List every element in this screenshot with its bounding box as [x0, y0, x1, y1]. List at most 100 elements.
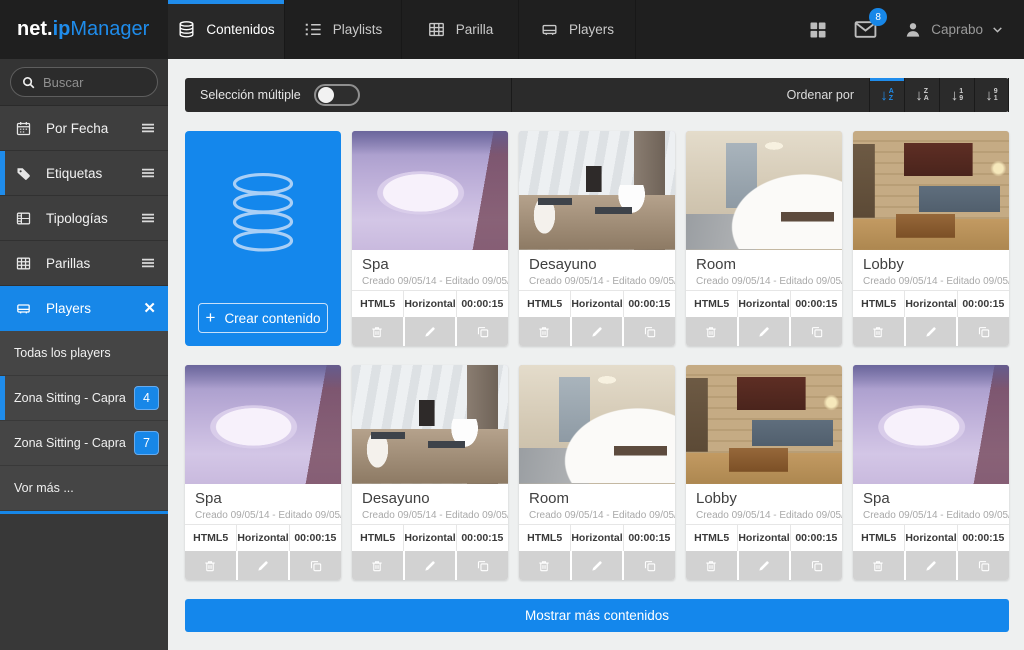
- sort-91-icon: ↓91: [985, 88, 997, 103]
- edit-button[interactable]: [739, 317, 790, 346]
- mail-icon[interactable]: 8: [853, 17, 878, 42]
- player-filter-zona-2[interactable]: Zona Sitting - Caprab... 7: [0, 421, 168, 466]
- content-title: Room: [696, 256, 832, 274]
- content-thumbnail[interactable]: [519, 365, 675, 484]
- duplicate-button[interactable]: [791, 551, 842, 580]
- mail-badge: 8: [869, 8, 887, 26]
- delete-button[interactable]: [185, 551, 236, 580]
- card-actions: [352, 317, 508, 346]
- pencil-icon: [924, 325, 938, 339]
- duplicate-button[interactable]: [791, 317, 842, 346]
- duplicate-button[interactable]: [624, 317, 675, 346]
- edit-button[interactable]: [405, 551, 456, 580]
- edit-button[interactable]: [906, 317, 957, 346]
- content-thumbnail[interactable]: [686, 131, 842, 250]
- close-icon[interactable]: ✕: [143, 299, 156, 317]
- delete-button[interactable]: [519, 551, 570, 580]
- card-meta: HTML5 Horizontal 00:00:15: [352, 290, 508, 318]
- content-orientation: Horizontal: [570, 525, 622, 552]
- content-thumbnail[interactable]: [352, 365, 508, 484]
- copy-icon: [977, 325, 991, 339]
- player-icon: [540, 20, 559, 39]
- copy-icon: [810, 325, 824, 339]
- card-info: Room Creado 09/05/14 - Editado 09/05/14: [686, 250, 842, 290]
- delete-button[interactable]: [853, 551, 904, 580]
- sidebar-item-por-fecha[interactable]: Por Fecha: [0, 106, 168, 151]
- grid-icon: [14, 255, 33, 272]
- create-content-button[interactable]: + Crear contenido: [198, 303, 328, 333]
- card-info: Room Creado 09/05/14 - Editado 09/05/14: [519, 484, 675, 524]
- tab-parilla[interactable]: Parilla: [402, 0, 519, 59]
- player-filter-more[interactable]: Vor más ...: [0, 466, 168, 511]
- delete-button[interactable]: [519, 317, 570, 346]
- sidebar-item-parillas[interactable]: Parillas: [0, 241, 168, 286]
- content-duration: 00:00:15: [790, 291, 842, 318]
- content-thumbnail[interactable]: [853, 131, 1009, 250]
- duplicate-button[interactable]: [457, 317, 508, 346]
- edit-button[interactable]: [405, 317, 456, 346]
- duplicate-button[interactable]: [958, 317, 1009, 346]
- delete-button[interactable]: [352, 317, 403, 346]
- edit-button[interactable]: [572, 317, 623, 346]
- sidebar-item-label: Por Fecha: [46, 121, 127, 136]
- duplicate-button[interactable]: [958, 551, 1009, 580]
- create-content-card[interactable]: + Crear contenido: [185, 131, 341, 346]
- user-menu[interactable]: Caprabo: [903, 20, 1004, 40]
- sort-za-button[interactable]: ↓ZA: [904, 78, 939, 112]
- content-duration: 00:00:15: [623, 291, 675, 318]
- hamburger-icon[interactable]: [140, 165, 156, 181]
- tab-players[interactable]: Players: [519, 0, 636, 59]
- film-icon: [14, 210, 33, 227]
- content-thumbnail[interactable]: [853, 365, 1009, 484]
- duplicate-button[interactable]: [457, 551, 508, 580]
- edit-button[interactable]: [906, 551, 957, 580]
- duplicate-button[interactable]: [290, 551, 341, 580]
- delete-button[interactable]: [686, 551, 737, 580]
- player-filter-zona-1[interactable]: Zona Sitting - Caprab... 4: [0, 376, 168, 421]
- tab-playlists[interactable]: Playlists: [285, 0, 402, 59]
- multi-select-toggle[interactable]: [314, 84, 360, 106]
- sort-91-button[interactable]: ↓91: [974, 78, 1009, 112]
- user-icon: [903, 20, 923, 40]
- search-input[interactable]: [43, 75, 147, 90]
- edit-button[interactable]: [238, 551, 289, 580]
- content-thumbnail[interactable]: [686, 365, 842, 484]
- content-card: Spa Creado 09/05/14 - Editado 09/05/14 H…: [853, 365, 1009, 580]
- tab-contenidos[interactable]: Contenidos: [168, 0, 285, 59]
- content-thumbnail[interactable]: [352, 131, 508, 250]
- copy-icon: [643, 559, 657, 573]
- sort-19-button[interactable]: ↓19: [939, 78, 974, 112]
- apps-grid-icon[interactable]: [808, 20, 828, 40]
- duplicate-button[interactable]: [624, 551, 675, 580]
- content-card: Room Creado 09/05/14 - Editado 09/05/14 …: [519, 365, 675, 580]
- delete-button[interactable]: [853, 317, 904, 346]
- sidebar-item-tipologias[interactable]: Tipologías: [0, 196, 168, 241]
- content-thumbnail[interactable]: [519, 131, 675, 250]
- delete-button[interactable]: [352, 551, 403, 580]
- sidebar-item-etiquetas[interactable]: Etiquetas: [0, 151, 168, 196]
- tab-label: Playlists: [333, 22, 383, 37]
- card-info: Lobby Creado 09/05/14 - Editado 09/05/14: [853, 250, 1009, 290]
- logo-manager: Manager: [70, 18, 149, 41]
- player-filter-all[interactable]: Todas los players: [0, 331, 168, 376]
- hamburger-icon[interactable]: [140, 120, 156, 136]
- edit-button[interactable]: [739, 551, 790, 580]
- sort-az-button[interactable]: ↓AZ: [869, 78, 904, 112]
- content-thumbnail[interactable]: [185, 365, 341, 484]
- hamburger-icon[interactable]: [140, 210, 156, 226]
- database-icon: [177, 20, 196, 39]
- card-actions: [519, 551, 675, 580]
- sidebar-item-players[interactable]: Players ✕: [0, 286, 168, 331]
- pencil-icon: [423, 325, 437, 339]
- card-meta: HTML5 Horizontal 00:00:15: [185, 524, 341, 552]
- edit-button[interactable]: [572, 551, 623, 580]
- tab-label: Contenidos: [206, 22, 274, 37]
- delete-button[interactable]: [686, 317, 737, 346]
- content-format: HTML5: [853, 291, 904, 318]
- count-badge: 4: [134, 386, 159, 410]
- load-more-button[interactable]: Mostrar más contenidos: [185, 599, 1009, 632]
- pencil-icon: [590, 559, 604, 573]
- card-info: Lobby Creado 09/05/14 - Editado 09/05/14: [686, 484, 842, 524]
- hamburger-icon[interactable]: [140, 255, 156, 271]
- card-meta: HTML5 Horizontal 00:00:15: [686, 524, 842, 552]
